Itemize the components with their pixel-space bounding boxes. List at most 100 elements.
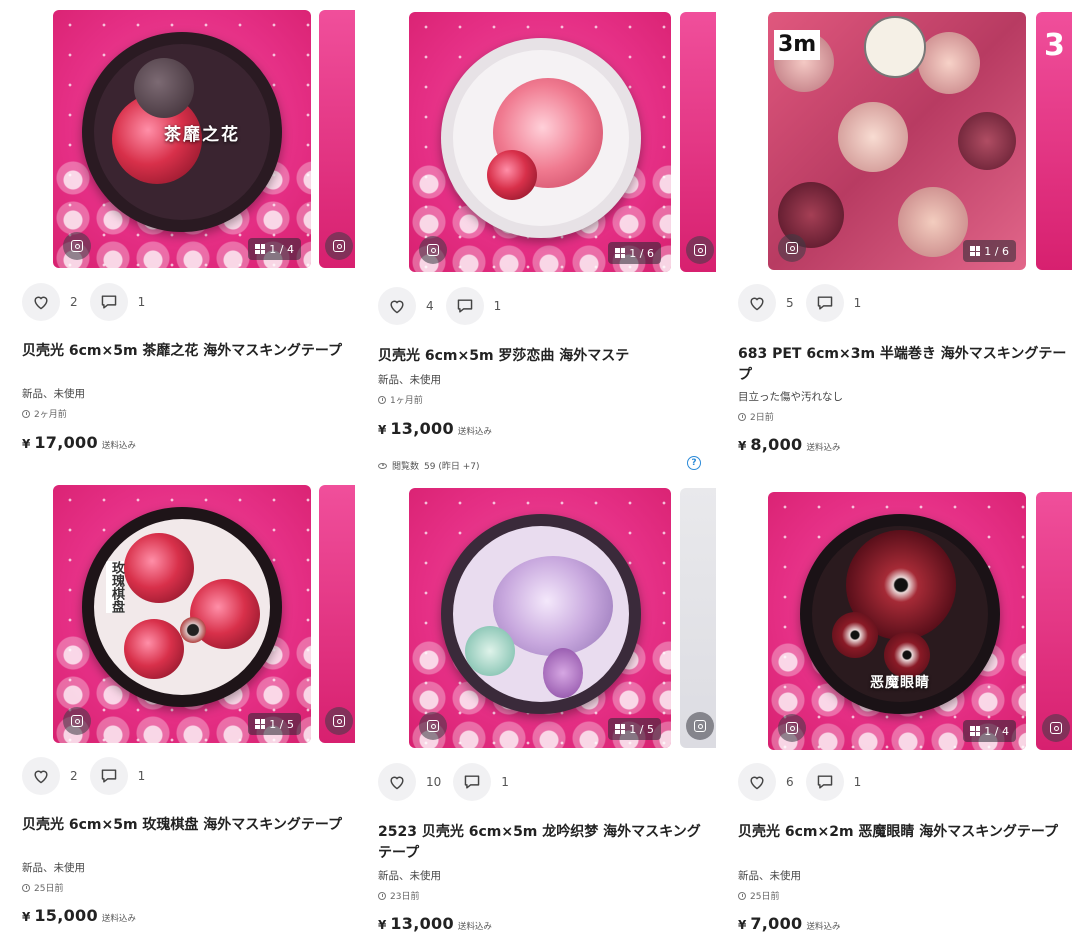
heart-icon bbox=[390, 300, 404, 314]
product-image-carousel[interactable]: 1 / 5 bbox=[409, 488, 716, 748]
clock-icon bbox=[378, 891, 386, 900]
image-counter: 1 / 6 bbox=[963, 240, 1016, 262]
image-search-icon[interactable] bbox=[686, 712, 714, 740]
peek-badge: 3 bbox=[1044, 28, 1065, 63]
image-counter: 1 / 5 bbox=[248, 713, 301, 735]
listed-time-text: 2日前 bbox=[750, 413, 774, 423]
next-image-peek[interactable] bbox=[680, 12, 716, 272]
comment-button[interactable] bbox=[89, 283, 128, 321]
gallery-grid-icon bbox=[970, 726, 981, 736]
shipping-label: 送料込み bbox=[457, 922, 492, 932]
product-condition: 新品、未使用 bbox=[378, 374, 441, 386]
image-search-icon[interactable] bbox=[778, 234, 806, 262]
like-button[interactable] bbox=[738, 763, 776, 801]
product-price: ¥13,000 送料込み bbox=[378, 914, 492, 933]
gallery-grid-icon bbox=[255, 244, 266, 254]
product-image-carousel[interactable]: 茶靡之花 1 / 4 bbox=[53, 10, 355, 268]
tape-title: 茶靡之花 bbox=[164, 124, 240, 145]
image-search-icon[interactable] bbox=[419, 236, 447, 264]
next-image-peek[interactable] bbox=[319, 10, 355, 268]
product-image-carousel[interactable]: 1 / 6 bbox=[409, 12, 716, 272]
product-name[interactable]: 贝壳光 6cm×5m 罗莎恋曲 海外マステ bbox=[378, 346, 708, 367]
product-name[interactable]: 贝壳光 6cm×5m 玫瑰棋盘 海外マスキングテープ bbox=[22, 815, 352, 836]
view-count-label: 閲覧数 bbox=[392, 462, 420, 472]
like-button[interactable] bbox=[22, 757, 60, 795]
product-condition: 新品、未使用 bbox=[378, 870, 441, 882]
next-image-peek[interactable] bbox=[1036, 492, 1072, 750]
next-image-peek[interactable]: 3 bbox=[1036, 12, 1072, 270]
comment-icon bbox=[817, 775, 832, 789]
product-price: ¥7,000 送料込み bbox=[738, 914, 840, 933]
image-search-icon[interactable] bbox=[1042, 714, 1070, 742]
image-search-icon[interactable] bbox=[325, 707, 353, 735]
image-search-icon[interactable] bbox=[778, 714, 806, 742]
price-amount: 13,000 bbox=[390, 419, 454, 438]
comment-icon bbox=[101, 769, 116, 783]
product-image[interactable]: 玫瑰棋盘 1 / 5 bbox=[53, 485, 311, 743]
image-counter-text: 1 / 5 bbox=[629, 722, 654, 736]
next-image-peek[interactable] bbox=[319, 485, 355, 743]
listed-time: 23日前 bbox=[378, 889, 419, 902]
comment-count: 1 bbox=[501, 775, 509, 789]
like-button[interactable] bbox=[22, 283, 60, 321]
price-amount: 8,000 bbox=[750, 435, 803, 454]
help-icon[interactable]: ? bbox=[687, 456, 701, 470]
listed-time: 1ヶ月前 bbox=[378, 393, 423, 406]
next-image-peek[interactable] bbox=[680, 488, 716, 748]
image-counter: 1 / 4 bbox=[963, 720, 1016, 742]
image-search-icon[interactable] bbox=[63, 232, 91, 260]
comment-button[interactable] bbox=[805, 763, 844, 801]
clock-icon bbox=[378, 395, 386, 404]
comment-icon bbox=[465, 775, 480, 789]
image-search-icon[interactable] bbox=[686, 236, 714, 264]
product-name[interactable]: 2523 贝壳光 6cm×5m 龙吟织梦 海外マスキングテープ bbox=[378, 822, 708, 864]
product-name[interactable]: 贝壳光 6cm×5m 茶靡之花 海外マスキングテープ bbox=[22, 341, 352, 362]
currency-symbol: ¥ bbox=[378, 423, 387, 437]
product-image-carousel[interactable]: 3m 1 / 6 3 bbox=[768, 12, 1080, 270]
shipping-label: 送料込み bbox=[806, 922, 841, 932]
product-image-carousel[interactable]: 玫瑰棋盘 1 / 5 bbox=[53, 485, 355, 743]
comment-count: 1 bbox=[853, 775, 862, 789]
product-image-carousel[interactable]: 恶魔眼睛 1 / 4 bbox=[768, 492, 1080, 750]
like-button[interactable] bbox=[738, 284, 776, 322]
heart-icon bbox=[750, 297, 764, 311]
view-count-value: 59 (昨日 +7) bbox=[424, 462, 480, 472]
listed-time-text: 23日前 bbox=[390, 892, 420, 902]
listed-time-text: 25日前 bbox=[34, 884, 64, 894]
comment-icon bbox=[101, 295, 116, 309]
comment-button[interactable] bbox=[453, 763, 492, 801]
image-search-icon[interactable] bbox=[63, 707, 91, 735]
heart-icon bbox=[34, 770, 48, 784]
comment-button[interactable] bbox=[445, 287, 484, 325]
product-image[interactable]: 3m 1 / 6 bbox=[768, 12, 1026, 270]
tape-title: 玫瑰棋盘 bbox=[106, 561, 124, 613]
image-search-icon[interactable] bbox=[419, 712, 447, 740]
product-name[interactable]: 683 PET 6cm×3m 半端巻き 海外マスキングテープ bbox=[738, 344, 1068, 386]
product-price: ¥17,000 送料込み bbox=[22, 433, 136, 452]
product-name[interactable]: 贝壳光 6cm×2m 恶魔眼睛 海外マスキングテープ bbox=[738, 822, 1068, 843]
listed-time-text: 25日前 bbox=[750, 892, 780, 902]
product-image[interactable]: 恶魔眼睛 1 / 4 bbox=[768, 492, 1026, 750]
gallery-grid-icon bbox=[255, 719, 266, 729]
product-price: ¥15,000 送料込み bbox=[22, 906, 136, 925]
like-button[interactable] bbox=[378, 287, 416, 325]
clock-icon bbox=[738, 891, 746, 900]
listed-time: 2日前 bbox=[738, 410, 774, 423]
currency-symbol: ¥ bbox=[738, 439, 747, 453]
product-price: ¥8,000 送料込み bbox=[738, 435, 840, 454]
image-search-icon[interactable] bbox=[325, 232, 353, 260]
price-amount: 7,000 bbox=[750, 914, 803, 933]
like-button[interactable] bbox=[378, 763, 416, 801]
shipping-label: 送料込み bbox=[457, 427, 492, 437]
product-image[interactable]: 1 / 6 bbox=[409, 12, 671, 272]
comment-button[interactable] bbox=[89, 757, 128, 795]
like-count: 4 bbox=[426, 299, 434, 313]
product-condition: 新品、未使用 bbox=[738, 870, 801, 882]
image-counter-text: 1 / 4 bbox=[269, 242, 294, 256]
clock-icon bbox=[738, 412, 746, 421]
price-amount: 13,000 bbox=[390, 914, 454, 933]
comment-button[interactable] bbox=[805, 284, 844, 322]
product-image[interactable]: 茶靡之花 1 / 4 bbox=[53, 10, 311, 268]
like-count: 2 bbox=[70, 769, 78, 783]
product-image[interactable]: 1 / 5 bbox=[409, 488, 671, 748]
